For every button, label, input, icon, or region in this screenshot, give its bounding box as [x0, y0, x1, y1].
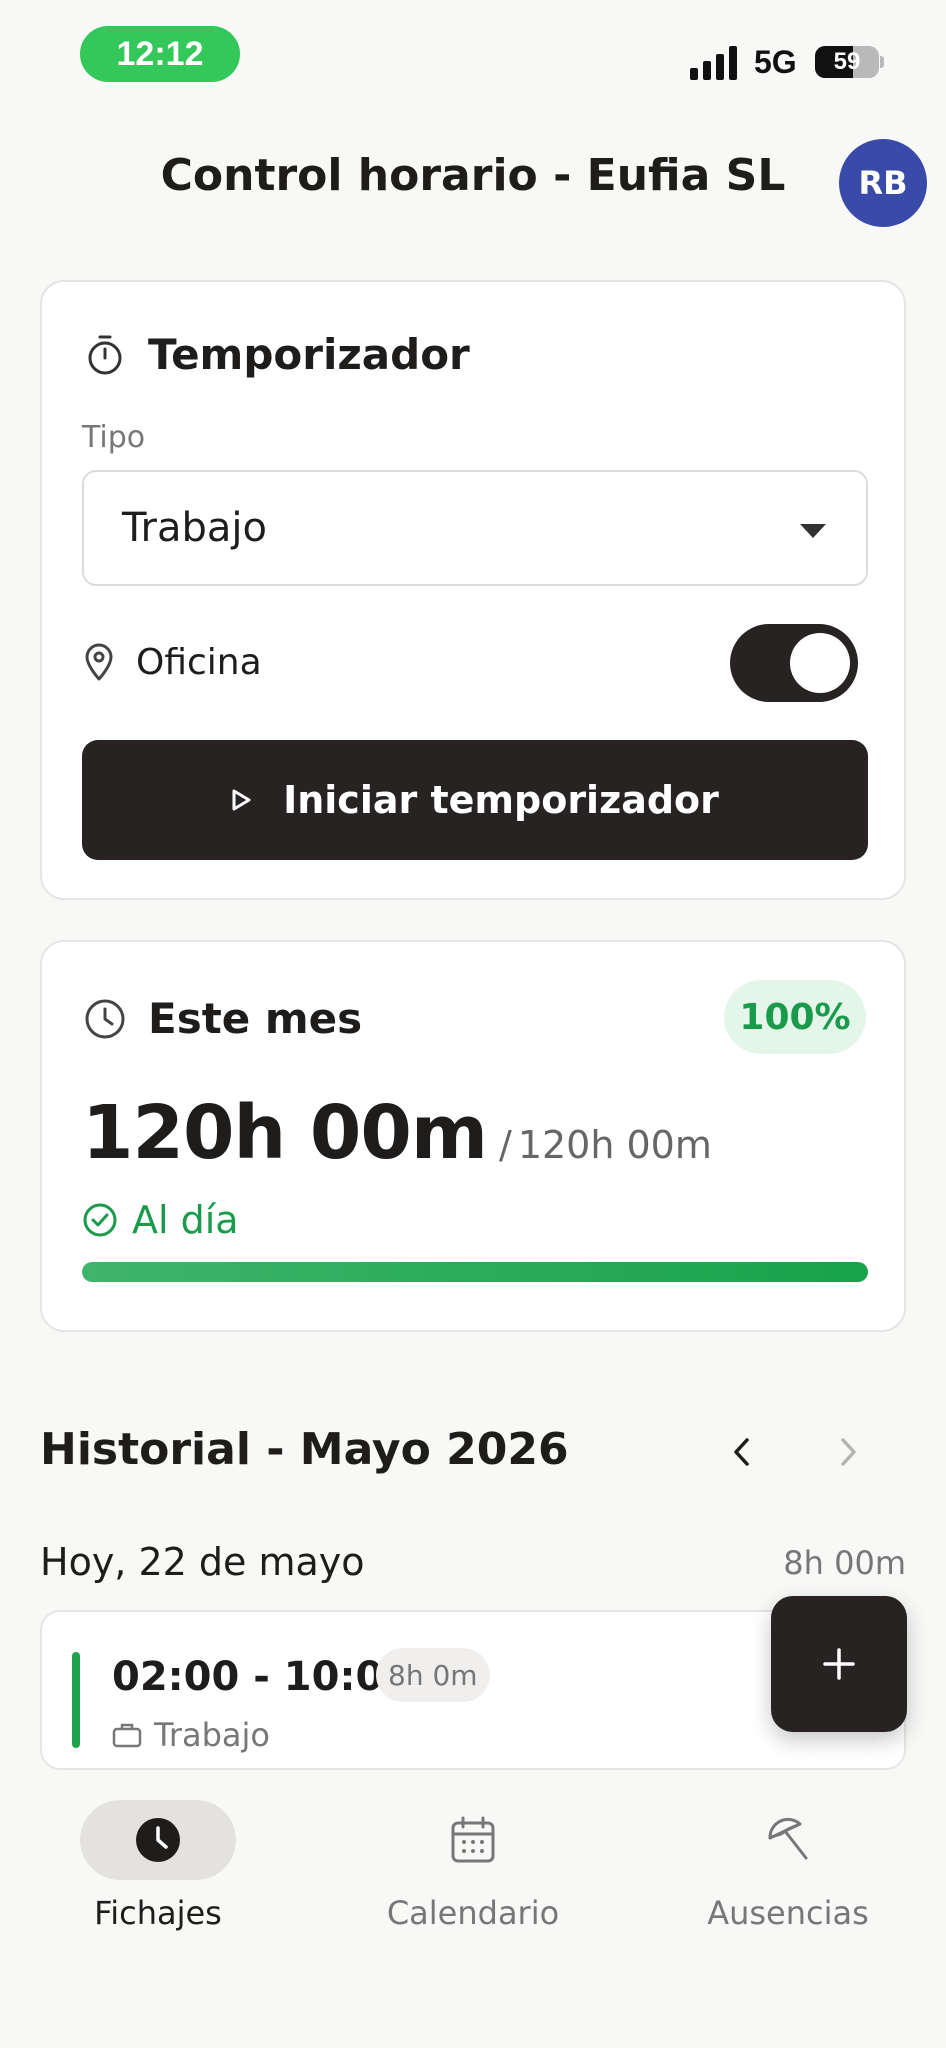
page-title: Control horario - Eufia SL [160, 150, 786, 201]
nav-label-fichajes: Fichajes [94, 1894, 222, 1932]
nav-label-ausencias: Ausencias [707, 1894, 869, 1932]
timer-heading-text: Temporizador [148, 330, 470, 379]
clock-filled-icon [136, 1818, 180, 1862]
entry-accent-bar [72, 1652, 80, 1748]
status-time: 12:12 [80, 26, 240, 82]
nav-item-fichajes[interactable]: Fichajes [38, 1800, 278, 1932]
tipo-label: Tipo [82, 420, 146, 455]
umbrella-icon [768, 1817, 808, 1860]
nav-item-calendario[interactable]: Calendario [353, 1800, 593, 1932]
clock-icon [85, 999, 125, 1038]
day-label: Hoy, 22 de mayo [40, 1540, 365, 1584]
nav-pill [395, 1800, 551, 1880]
entry-type-row: Trabajo [112, 1716, 270, 1754]
signal-icon [690, 46, 737, 80]
timer-heading: Temporizador [84, 330, 470, 379]
month-heading-text: Este mes [148, 994, 363, 1043]
start-timer-button[interactable]: Iniciar temporizador [82, 740, 868, 860]
hours-row: 120h 00m / 120h 00m [82, 1090, 712, 1176]
location-toggle[interactable] [730, 624, 858, 702]
month-heading: Este mes [84, 994, 362, 1043]
hours-worked: 120h 00m [82, 1090, 488, 1176]
status-text: Al día [132, 1198, 239, 1242]
play-icon [232, 789, 251, 811]
hours-target: 120h 00m [517, 1123, 712, 1167]
tipo-select[interactable]: Trabajo [82, 470, 868, 586]
check-circle-icon [83, 1203, 117, 1237]
battery-tip [880, 56, 884, 68]
progress-fill [82, 1262, 868, 1282]
hours-separator: / [499, 1123, 512, 1167]
history-title: Historial - Mayo 2026 [40, 1424, 569, 1475]
start-timer-label: Iniciar temporizador [283, 778, 719, 822]
next-month-button[interactable] [820, 1424, 876, 1480]
add-entry-button[interactable] [771, 1596, 907, 1732]
plus-icon [823, 1648, 855, 1680]
location-label: Oficina [136, 641, 262, 683]
nav-label-calendario: Calendario [386, 1894, 560, 1932]
avatar[interactable]: RB [839, 139, 927, 227]
status-row: Al día [82, 1198, 239, 1242]
chevron-left-icon [734, 1438, 749, 1466]
nav-active-pill [80, 1800, 236, 1880]
entry-type: Trabajo [154, 1716, 270, 1754]
prev-month-button[interactable] [714, 1424, 770, 1480]
chevron-right-icon [841, 1438, 856, 1466]
timer-card: Temporizador Tipo Trabajo Oficina Inicia… [40, 280, 906, 900]
entry-duration-badge: 8h 0m [376, 1648, 490, 1702]
battery-level: 59 [833, 48, 861, 75]
caret-down-icon [800, 524, 826, 538]
stopwatch-icon [88, 335, 122, 374]
nav-item-ausencias[interactable]: Ausencias [668, 1800, 908, 1932]
map-pin-icon [85, 643, 113, 681]
tipo-select-value: Trabajo [122, 505, 267, 551]
location-row: Oficina [82, 622, 868, 702]
calendar-icon [451, 1816, 495, 1863]
bottom-nav: Fichajes Calendario Ausencias [0, 1772, 946, 2048]
month-card: Este mes 100% 120h 00m / 120h 00m Al día [40, 940, 906, 1332]
briefcase-icon [112, 1723, 142, 1748]
status-bar: 12:12 5G 59 [0, 0, 946, 110]
toggle-knob [790, 633, 850, 693]
progress-bar [82, 1262, 868, 1282]
entry-time-range: 02:00 - 10:00 [112, 1654, 412, 1700]
network-label: 5G [754, 44, 797, 80]
nav-pill [710, 1800, 866, 1880]
day-total: 8h 00m [783, 1544, 906, 1582]
percent-badge: 100% [724, 980, 866, 1054]
battery-icon: 59 [815, 46, 879, 78]
